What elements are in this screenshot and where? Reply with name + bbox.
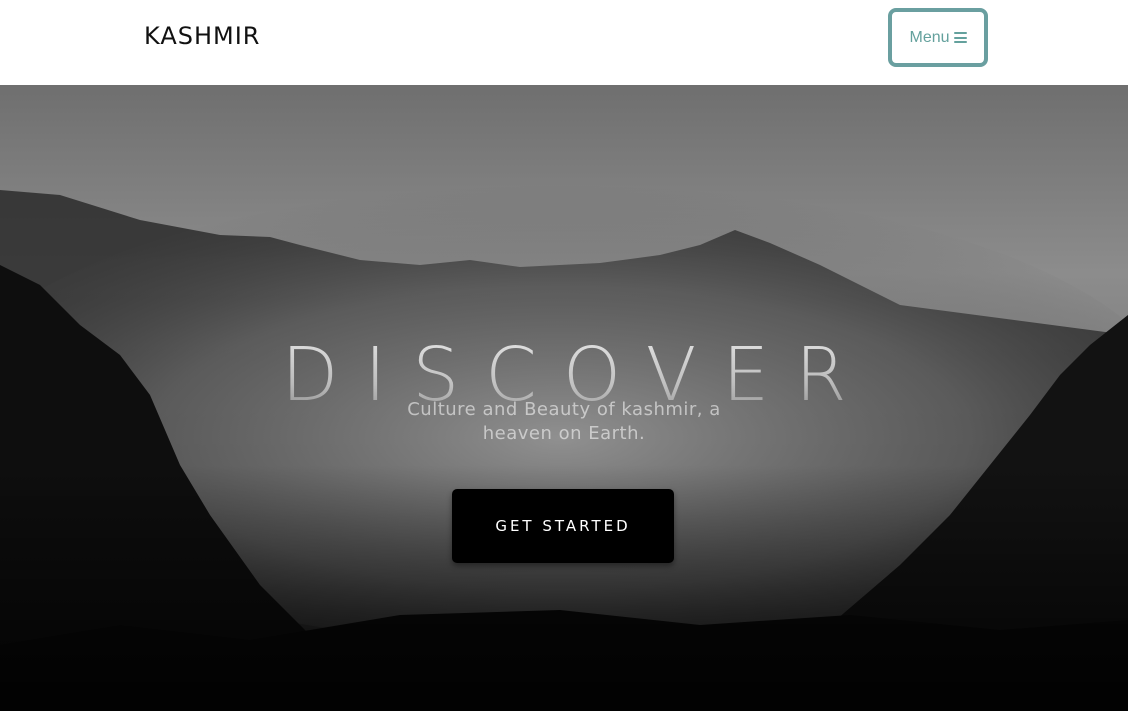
hamburger-icon	[953, 32, 967, 43]
menu-label: Menu	[909, 28, 950, 46]
hero-subtitle: Culture and Beauty of kashmir, a heaven …	[407, 399, 721, 444]
hero-section: DISCOVER Culture and Beauty of kashmir, …	[0, 85, 1128, 711]
menu-button[interactable]: Menu	[888, 8, 988, 67]
navbar: KASHMIR Menu	[0, 0, 1128, 85]
get-started-button[interactable]: GET STARTED	[452, 489, 674, 563]
brand-logo[interactable]: KASHMIR	[144, 20, 260, 52]
